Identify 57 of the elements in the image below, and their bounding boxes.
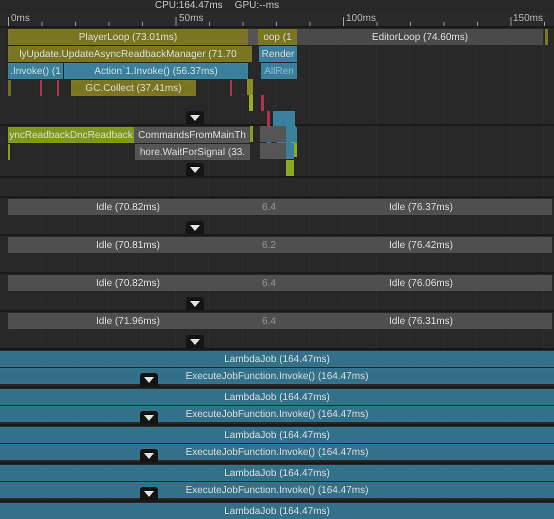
ruler-label: 150ms — [513, 13, 544, 24]
timeline-bar[interactable]: LambdaJob (164.47ms) — [0, 351, 554, 367]
gpu-time: GPU:--ms — [234, 1, 280, 11]
timeline-bar[interactable]: oop (1 — [258, 29, 297, 45]
expand-button[interactable] — [186, 221, 204, 234]
timeline-bar[interactable]: EditorLoop (74.60ms) — [297, 29, 543, 45]
timeline-bar[interactable]: Idle (76.42ms) — [290, 237, 552, 253]
timeline-bar[interactable]: LambdaJob (164.47ms) — [0, 389, 554, 405]
timeline-bar[interactable]: LambdaJob (164.47ms) — [0, 503, 554, 519]
timeline-bar[interactable]: Idle (70.82ms) — [8, 199, 248, 215]
timeline-bar[interactable]: GC.Collect (37.41ms) — [71, 80, 196, 96]
timeline-bar[interactable]: ExecuteJobFunction.Invoke() (164.47ms) — [0, 368, 554, 384]
expand-button[interactable] — [140, 449, 158, 462]
timeline-bar[interactable]: 6.4 — [248, 199, 290, 215]
timeline-bar[interactable]: lyUpdate.UpdateAsyncReadbackManager (71.70 — [8, 46, 248, 62]
timeline-bar[interactable]: 6.2 — [248, 237, 290, 253]
ruler-label: 50ms — [179, 13, 204, 24]
ruler-label: 0ms — [11, 13, 30, 24]
caret-icon — [144, 490, 154, 496]
timeline-bar[interactable]: LambdaJob (164.47ms) — [0, 427, 554, 443]
caret-icon — [190, 300, 200, 306]
expand-button[interactable] — [140, 373, 158, 386]
expand-button[interactable] — [140, 411, 158, 424]
timeline-bar[interactable]: 6.4 — [248, 313, 290, 329]
timeline-bar[interactable]: CommandsFromMainTh — [134, 127, 250, 143]
timeline-bar[interactable]: Idle (71.96ms) — [8, 313, 248, 329]
timeline-bar[interactable]: Idle (70.82ms) — [8, 275, 248, 291]
cpu-time: CPU:164.47ms — [154, 1, 223, 11]
timeline-bar[interactable]: 6.4 — [248, 275, 290, 291]
timeline-bar[interactable]: yncReadbackDncReadback — [8, 127, 134, 143]
timeline-bar[interactable]: PlayerLoop (73.01ms) — [8, 29, 248, 45]
timeline-bar[interactable]: .Invoke() (1 — [8, 63, 63, 79]
timeline-bar[interactable]: LambdaJob (164.47ms) — [0, 465, 554, 481]
caret-icon — [190, 114, 200, 120]
timeline-bar[interactable]: Action`1.Invoke() (56.37ms) — [64, 63, 248, 79]
timeline-bar[interactable]: hore.WaitForSignal (33. — [135, 144, 250, 160]
ruler-label: 100ms — [346, 13, 376, 24]
caret-icon — [144, 414, 154, 420]
timeline-bar[interactable]: Render — [259, 46, 297, 62]
caret-icon — [190, 166, 200, 172]
timeline-bar[interactable]: Idle (76.06ms) — [290, 275, 552, 291]
caret-icon — [144, 452, 154, 458]
timeline-bar[interactable]: AllRen — [261, 63, 297, 79]
expand-button[interactable] — [186, 163, 204, 176]
timeline-bar[interactable]: ExecuteJobFunction.Invoke() (164.47ms) — [0, 406, 554, 422]
caret-icon — [144, 376, 154, 382]
expand-button[interactable] — [186, 297, 204, 310]
timeline-bar[interactable]: ExecuteJobFunction.Invoke() (164.47ms) — [0, 482, 554, 498]
timeline-bar[interactable]: Idle (70.81ms) — [8, 237, 248, 253]
timeline-bar[interactable]: ExecuteJobFunction.Invoke() (164.47ms) — [0, 444, 554, 460]
caret-icon — [190, 338, 200, 344]
timeline-bar[interactable]: Idle (76.31ms) — [290, 313, 552, 329]
timeline-bar[interactable]: Idle (76.37ms) — [290, 199, 552, 215]
expand-button[interactable] — [186, 335, 204, 348]
expand-button[interactable] — [140, 487, 158, 500]
caret-icon — [190, 224, 200, 230]
expand-button[interactable] — [186, 111, 204, 124]
